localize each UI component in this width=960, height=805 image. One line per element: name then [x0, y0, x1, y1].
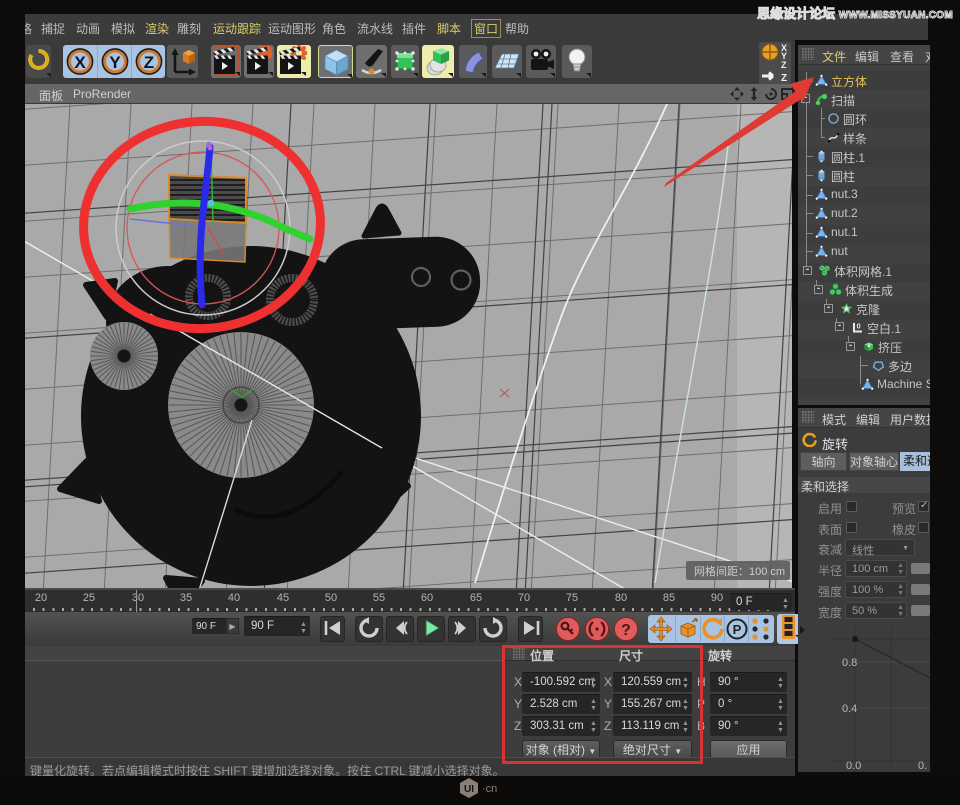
svg-text:UI: UI — [464, 784, 474, 795]
svg-text:?: ? — [621, 622, 631, 639]
svg-text:X: X — [74, 53, 86, 72]
svg-text:0.0: 0.0 — [846, 760, 861, 772]
svg-text:0.8: 0.8 — [842, 657, 857, 669]
svg-text:0.4: 0.4 — [842, 703, 857, 715]
svg-text:P: P — [733, 622, 742, 637]
svg-text:Z: Z — [144, 53, 154, 72]
svg-text:Y: Y — [109, 53, 121, 72]
svg-text:0: 0 — [857, 321, 861, 330]
svg-text:0.: 0. — [918, 760, 927, 772]
svg-text:网格间距：100 cm: 网格间距：100 cm — [694, 564, 785, 578]
svg-text:·cn: ·cn — [482, 783, 497, 795]
